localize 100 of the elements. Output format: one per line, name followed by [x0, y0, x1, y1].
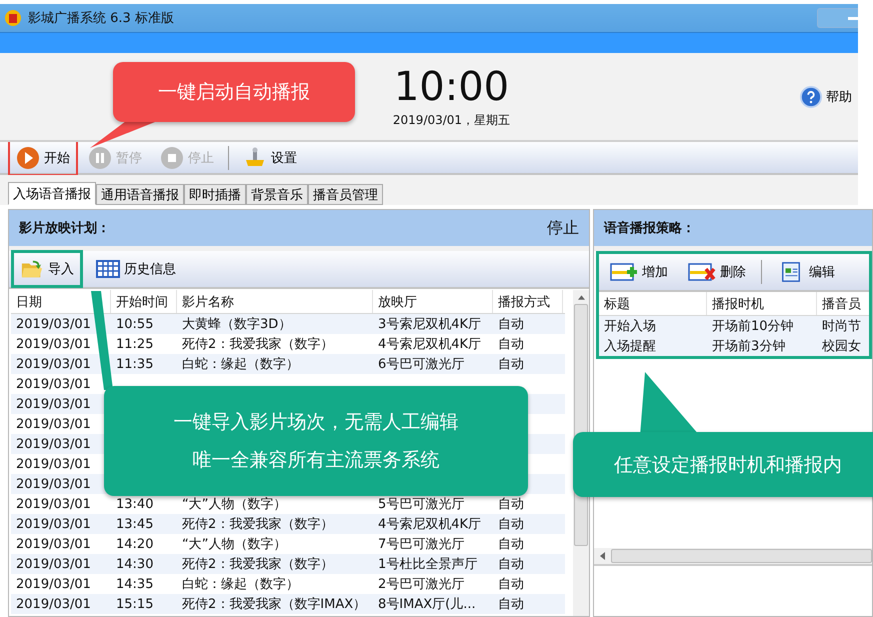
column-header[interactable]: 开始时间: [111, 290, 177, 313]
table-cell: 2019/03/01: [16, 596, 91, 612]
table-cell-text: 白蛇：缘起（数字）: [182, 576, 299, 593]
panel-title: 语音播报策略：: [604, 220, 695, 237]
minimize-button[interactable]: [817, 8, 858, 28]
table-cell-text: 白蛇：缘起（数字）: [182, 356, 299, 373]
table-cell-text: 时尚节: [822, 318, 861, 335]
table-cell-text: 自动: [498, 556, 524, 573]
table-cell: 15:15: [116, 596, 154, 612]
table-cell: 14:35: [116, 576, 154, 592]
table-cell: 2019/03/01: [16, 376, 91, 392]
table-cell-text: 8号IMAX厅(儿...: [378, 596, 476, 613]
table-cell-text: 大黄蜂（数字3D）: [182, 316, 292, 333]
table-cell: 2019/03/01: [16, 436, 91, 452]
table-cell-text: 4号索尼双机4K厅: [378, 336, 482, 353]
table-cell-text: 死侍2：我爱我家（数字）: [182, 556, 334, 573]
table-row[interactable]: 2019/03/01 11:35 白蛇：缘起（数字） 6号巴可激光厅 自动: [11, 354, 566, 374]
table-cell-text: 自动: [498, 536, 524, 553]
add-icon: [610, 261, 638, 283]
callout-text: 任意设定播报时机和播报内: [614, 452, 842, 478]
table-cell-text: 死侍2：我爱我家（数字IMAX）: [182, 596, 366, 613]
table-cell: 14:30: [116, 556, 154, 572]
table-cell-text: 自动: [498, 356, 524, 373]
table-row[interactable]: 2019/03/01 10:55 大黄蜂（数字3D） 3号索尼双机4K厅 自动: [11, 314, 566, 334]
table-cell: 2019/03/01: [16, 496, 91, 512]
table-cell-text: 2号巴可激光厅: [378, 576, 464, 593]
toolbar-button[interactable]: 历史信息: [87, 250, 185, 288]
panel-title: 影片放映计划：: [19, 220, 110, 237]
table-row[interactable]: 2019/03/01 13:40 “大”人物（数字） 5号巴可激光厅 自动: [11, 494, 566, 514]
table-cell: 2019/03/01: [16, 476, 91, 492]
table-cell: 2019/03/01: [16, 336, 91, 352]
play-icon: [16, 146, 40, 170]
column-header[interactable]: 放映厅: [373, 290, 493, 313]
callout-text: 一键启动自动播报: [158, 80, 310, 105]
help-button[interactable]: 帮助: [800, 86, 852, 108]
table-row[interactable]: 2019/03/01 11:25 死侍2：我爱我家（数字） 4号索尼双机4K厅 自动: [11, 334, 566, 354]
table-cell: 11:25: [116, 336, 154, 352]
tab[interactable]: 即时插播: [184, 184, 246, 205]
column-header[interactable]: 标题: [599, 292, 707, 315]
table-cell: 10:55: [116, 316, 154, 332]
table-row[interactable]: 2019/03/01 13:45 死侍2：我爱我家（数字） 4号索尼双机4K厅 自动: [11, 514, 566, 534]
scroll-left-icon: [600, 552, 605, 560]
table-cell-text: 开场前3分钟: [712, 338, 786, 355]
table-cell-text: 6号巴可激光厅: [378, 356, 464, 373]
table-cell: 2019/03/01: [16, 536, 91, 552]
delete-icon: [688, 261, 716, 283]
table-cell-text: 自动: [498, 596, 524, 613]
tab[interactable]: 播音员管理: [308, 184, 383, 205]
table-cell: 13:45: [116, 516, 154, 532]
table-cell-text: 入场提醒: [604, 338, 656, 355]
table-row[interactable]: 2019/03/01 14:20 “大”人物（数字） 7号巴可激光厅 自动: [11, 534, 566, 554]
table-cell: 2019/03/01: [16, 396, 91, 412]
toolbar-button[interactable]: 删除: [679, 253, 755, 291]
tab[interactable]: 入场语音播报: [8, 182, 96, 205]
table-cell-text: 3号索尼双机4K厅: [378, 316, 482, 333]
table-cell: 14:20: [116, 536, 154, 552]
toolbar-button[interactable]: 编辑: [768, 253, 844, 291]
table-cell: 2019/03/01: [16, 316, 91, 332]
table-cell-text: “大”人物（数字）: [182, 536, 286, 553]
table-cell-text: 开场前10分钟: [712, 318, 794, 335]
tab[interactable]: 通用语音播报: [96, 184, 184, 205]
status-label: 停止: [547, 218, 579, 238]
window-title: 影城广播系统 6.3 标准版: [28, 10, 175, 27]
table-cell: 2019/03/01: [16, 356, 91, 372]
horizontal-scrollbar[interactable]: [594, 548, 872, 564]
table-row[interactable]: 2019/03/01 14:30 死侍2：我爱我家（数字） 1号杜比全景声厅 自动: [11, 554, 566, 574]
table-cell-text: 4号索尼双机4K厅: [378, 516, 482, 533]
table-cell-text: 1号杜比全景声厅: [378, 556, 478, 573]
toolbar-button[interactable]: 增加: [601, 253, 677, 291]
help-icon: [800, 86, 822, 108]
table-cell: 13:40: [116, 496, 154, 512]
table-cell-text: 5号巴可激光厅: [378, 496, 464, 513]
table-cell-text: 自动: [498, 316, 524, 333]
table-cell-text: 自动: [498, 496, 524, 513]
stop-icon: [160, 146, 184, 170]
table-row[interactable]: 开始入场 开场前10分钟 时尚节: [599, 316, 869, 336]
toolbar-button[interactable]: 设置: [235, 140, 305, 176]
column-header[interactable]: 播音员: [817, 292, 872, 315]
callout-text: 唯一全兼容所有主流票务系统: [192, 448, 440, 473]
column-header[interactable]: 播报方式: [493, 290, 563, 313]
table-row[interactable]: 入场提醒 开场前3分钟 校园女: [599, 336, 869, 356]
callout-text: 一键导入影片场次，无需人工编辑: [174, 410, 458, 435]
table-cell-text: 开始入场: [604, 318, 656, 335]
table-cell-text: 自动: [498, 576, 524, 593]
app-icon: [4, 9, 22, 27]
table-cell-text: 7号巴可激光厅: [378, 536, 464, 553]
table-row[interactable]: 2019/03/01 14:35 白蛇：缘起（数字） 2号巴可激光厅 自动: [11, 574, 566, 594]
table-cell-text: 校园女: [822, 338, 861, 355]
tab[interactable]: 背景音乐: [246, 184, 308, 205]
table-cell-text: 死侍2：我爱我家（数字）: [182, 516, 334, 533]
column-header[interactable]: 播报时机: [707, 292, 817, 315]
folder-icon: [20, 258, 44, 280]
grid-icon: [96, 258, 120, 280]
table-row[interactable]: 2019/03/01 15:15 死侍2：我爱我家（数字IMAX） 8号IMAX厅(儿... 自动: [11, 594, 566, 614]
column-header[interactable]: 影片名称: [177, 290, 373, 313]
scroll-up-icon: [578, 295, 585, 300]
clock-date: 2019/03/01，星期五: [392, 112, 510, 128]
table-cell-text: “大”人物（数字）: [182, 496, 286, 513]
table-cell: 11:35: [116, 356, 154, 372]
table-cell-text: 自动: [498, 336, 524, 353]
